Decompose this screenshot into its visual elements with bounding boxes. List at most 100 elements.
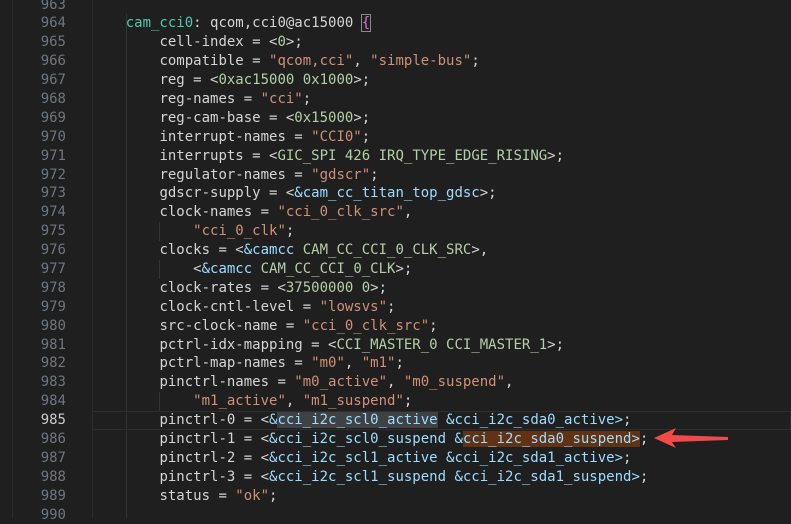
line-code[interactable]: "cci_0_clk";	[92, 222, 294, 241]
line-code[interactable]: <&camcc CAM_CC_CCI_0_CLK>;	[92, 260, 412, 279]
line-number[interactable]: 965	[0, 33, 66, 52]
code-line[interactable]: 974 clock-names = "cci_0_clk_src",	[0, 203, 791, 222]
line-number[interactable]: 980	[0, 317, 66, 336]
indent-guide	[159, 259, 160, 279]
code-line[interactable]: 965 cell-index = <0>;	[0, 33, 791, 52]
code-line[interactable]: 973 gdscr-supply = <&cam_cc_titan_top_gd…	[0, 184, 791, 203]
line-number[interactable]: 973	[0, 184, 66, 203]
code-text: clock-rates = <	[159, 279, 286, 296]
code-line[interactable]: 971 interrupts = <GIC_SPI 426 IRQ_TYPE_E…	[0, 147, 791, 166]
value-token: 0	[277, 34, 286, 51]
code-line[interactable]: 966 compatible = "qcom,cci", "simple-bus…	[0, 52, 791, 71]
code-line[interactable]: 970 interrupt-names = "CCI0";	[0, 128, 791, 147]
indent-guide	[159, 392, 160, 412]
line-code[interactable]: pinctrl-1 = <&cci_i2c_scl0_suspend &cci_…	[92, 430, 648, 449]
code-text: ;	[395, 355, 404, 372]
line-number[interactable]: 974	[0, 203, 66, 222]
line-code[interactable]: pinctrl-3 = <&cci_i2c_scl1_suspend &cci_…	[92, 468, 648, 487]
line-code[interactable]: clock-rates = <37500000 0>;	[92, 279, 387, 298]
code-line[interactable]: 990	[0, 506, 791, 524]
line-number[interactable]: 983	[0, 373, 66, 392]
code-line[interactable]: 983 pinctrl-names = "m0_active", "m0_sus…	[0, 373, 791, 392]
code-line[interactable]: 984 "m1_active", "m1_suspend";	[0, 392, 791, 412]
line-number[interactable]: 977	[0, 260, 66, 279]
code-line[interactable]: 981 pctrl-idx-mapping = <CCI_MASTER_0 CC…	[0, 336, 791, 355]
line-number[interactable]: 969	[0, 109, 66, 128]
line-number[interactable]: 989	[0, 487, 66, 506]
line-number[interactable]: 987	[0, 449, 66, 468]
line-code[interactable]: reg-cam-base = <0x15000>;	[92, 109, 370, 128]
line-code[interactable]: gdscr-supply = <&cam_cc_titan_top_gdsc>;	[92, 184, 497, 203]
line-number[interactable]: 971	[0, 147, 66, 166]
code-line[interactable]: 967 reg = <0xac15000 0x1000>;	[0, 71, 791, 90]
line-code[interactable]: pctrl-map-names = "m0", "m1";	[92, 354, 404, 373]
line-code[interactable]: status = "ok";	[92, 487, 277, 506]
line-code[interactable]: cell-index = <0>;	[92, 33, 302, 52]
line-number[interactable]: 988	[0, 468, 66, 487]
line-code[interactable]: pinctrl-names = "m0_active", "m0_suspend…	[92, 373, 513, 392]
line-number[interactable]: 982	[0, 354, 66, 373]
code-line[interactable]: 969 reg-cam-base = <0x15000>;	[0, 109, 791, 128]
code-line[interactable]: 978 clock-rates = <37500000 0>;	[0, 279, 791, 298]
string-token: "m1_active"	[193, 393, 286, 410]
line-number[interactable]: 979	[0, 298, 66, 317]
line-number[interactable]: 968	[0, 90, 66, 109]
line-code[interactable]: cam_cci0: qcom,cci0@ac15000 {	[92, 14, 372, 33]
code-line[interactable]: 988 pinctrl-3 = <&cci_i2c_scl1_suspend &…	[0, 468, 791, 487]
line-code[interactable]: pinctrl-0 = <&cci_i2c_scl0_active &cci_i…	[92, 411, 631, 430]
line-code[interactable]: reg = <0xac15000 0x1000>;	[92, 71, 370, 90]
code-line[interactable]: 987 pinctrl-2 = <&cci_i2c_scl1_active &c…	[0, 449, 791, 468]
code-line[interactable]: 989 status = "ok";	[0, 487, 791, 506]
bracket-match: {	[360, 14, 372, 33]
code-line[interactable]: 982 pctrl-map-names = "m0", "m1";	[0, 354, 791, 373]
line-code[interactable]: "m1_active", "m1_suspend";	[92, 392, 412, 411]
line-number[interactable]: 984	[0, 392, 66, 411]
line-code[interactable]: interrupts = <GIC_SPI 426 IRQ_TYPE_EDGE_…	[92, 147, 564, 166]
code-text: ;	[429, 317, 438, 334]
code-text: pinctrl-0 = <	[159, 412, 270, 429]
line-code[interactable]: src-clock-name = "cci_0_clk_src";	[92, 317, 438, 336]
value-token: GIC_SPI 426 IRQ_TYPE_EDGE_RISING	[277, 147, 548, 164]
line-code[interactable]: clock-cntl-level = "lowsvs";	[92, 298, 395, 317]
line-number[interactable]: 963	[0, 0, 66, 14]
line-number[interactable]: 990	[0, 506, 66, 524]
line-number[interactable]: 970	[0, 128, 66, 147]
code-line[interactable]: 972 regulator-names = "gdscr";	[0, 166, 791, 185]
line-code[interactable]: reg-names = "cci";	[92, 90, 311, 109]
line-code[interactable]: pctrl-idx-mapping = <CCI_MASTER_0 CCI_MA…	[92, 336, 564, 355]
code-text: : qcom,cci0@ac15000	[193, 15, 362, 32]
string-token: "m0"	[311, 355, 345, 372]
code-text: ;	[403, 393, 413, 410]
line-code[interactable]: clocks = <&camcc CAM_CC_CCI_0_CLK_SRC>,	[92, 241, 488, 260]
line-number[interactable]: 967	[0, 71, 66, 90]
code-line[interactable]: 968 reg-names = "cci";	[0, 90, 791, 109]
line-number[interactable]: 981	[0, 336, 66, 355]
line-code[interactable]: compatible = "qcom,cci", "simple-bus";	[92, 52, 479, 71]
code-text: >;	[479, 185, 497, 202]
code-line[interactable]: 980 src-clock-name = "cci_0_clk_src";	[0, 317, 791, 336]
code-line[interactable]: 979 clock-cntl-level = "lowsvs";	[0, 298, 791, 317]
code-line[interactable]: 964 cam_cci0: qcom,cci0@ac15000 {	[0, 14, 791, 33]
line-number[interactable]: 972	[0, 166, 66, 185]
code-line[interactable]: 963	[0, 0, 791, 14]
code-text: interrupts = <	[159, 147, 278, 164]
code-line[interactable]: 977 <&camcc CAM_CC_CCI_0_CLK>;	[0, 259, 791, 279]
line-number[interactable]: 964	[0, 14, 66, 33]
code-line[interactable]: 975 "cci_0_clk";	[0, 222, 791, 242]
line-code[interactable]: pinctrl-2 = <&cci_i2c_scl1_active &cci_i…	[92, 449, 631, 468]
line-code[interactable]: clock-names = "cci_0_clk_src",	[92, 203, 412, 222]
code-line[interactable]: 976 clocks = <&camcc CAM_CC_CCI_0_CLK_SR…	[0, 241, 791, 260]
line-number[interactable]: 985	[0, 411, 66, 430]
line-number[interactable]: 986	[0, 430, 66, 449]
line-number[interactable]: 976	[0, 241, 66, 260]
code-text: ;	[302, 90, 312, 107]
code-text: ,	[353, 53, 371, 70]
line-number[interactable]: 975	[0, 222, 66, 241]
line-number[interactable]: 978	[0, 279, 66, 298]
line-number[interactable]: 966	[0, 52, 66, 71]
code-text: ,	[387, 374, 404, 391]
line-code[interactable]: regulator-names = "gdscr";	[92, 166, 378, 185]
line-code[interactable]: interrupt-names = "CCI0";	[92, 128, 370, 147]
